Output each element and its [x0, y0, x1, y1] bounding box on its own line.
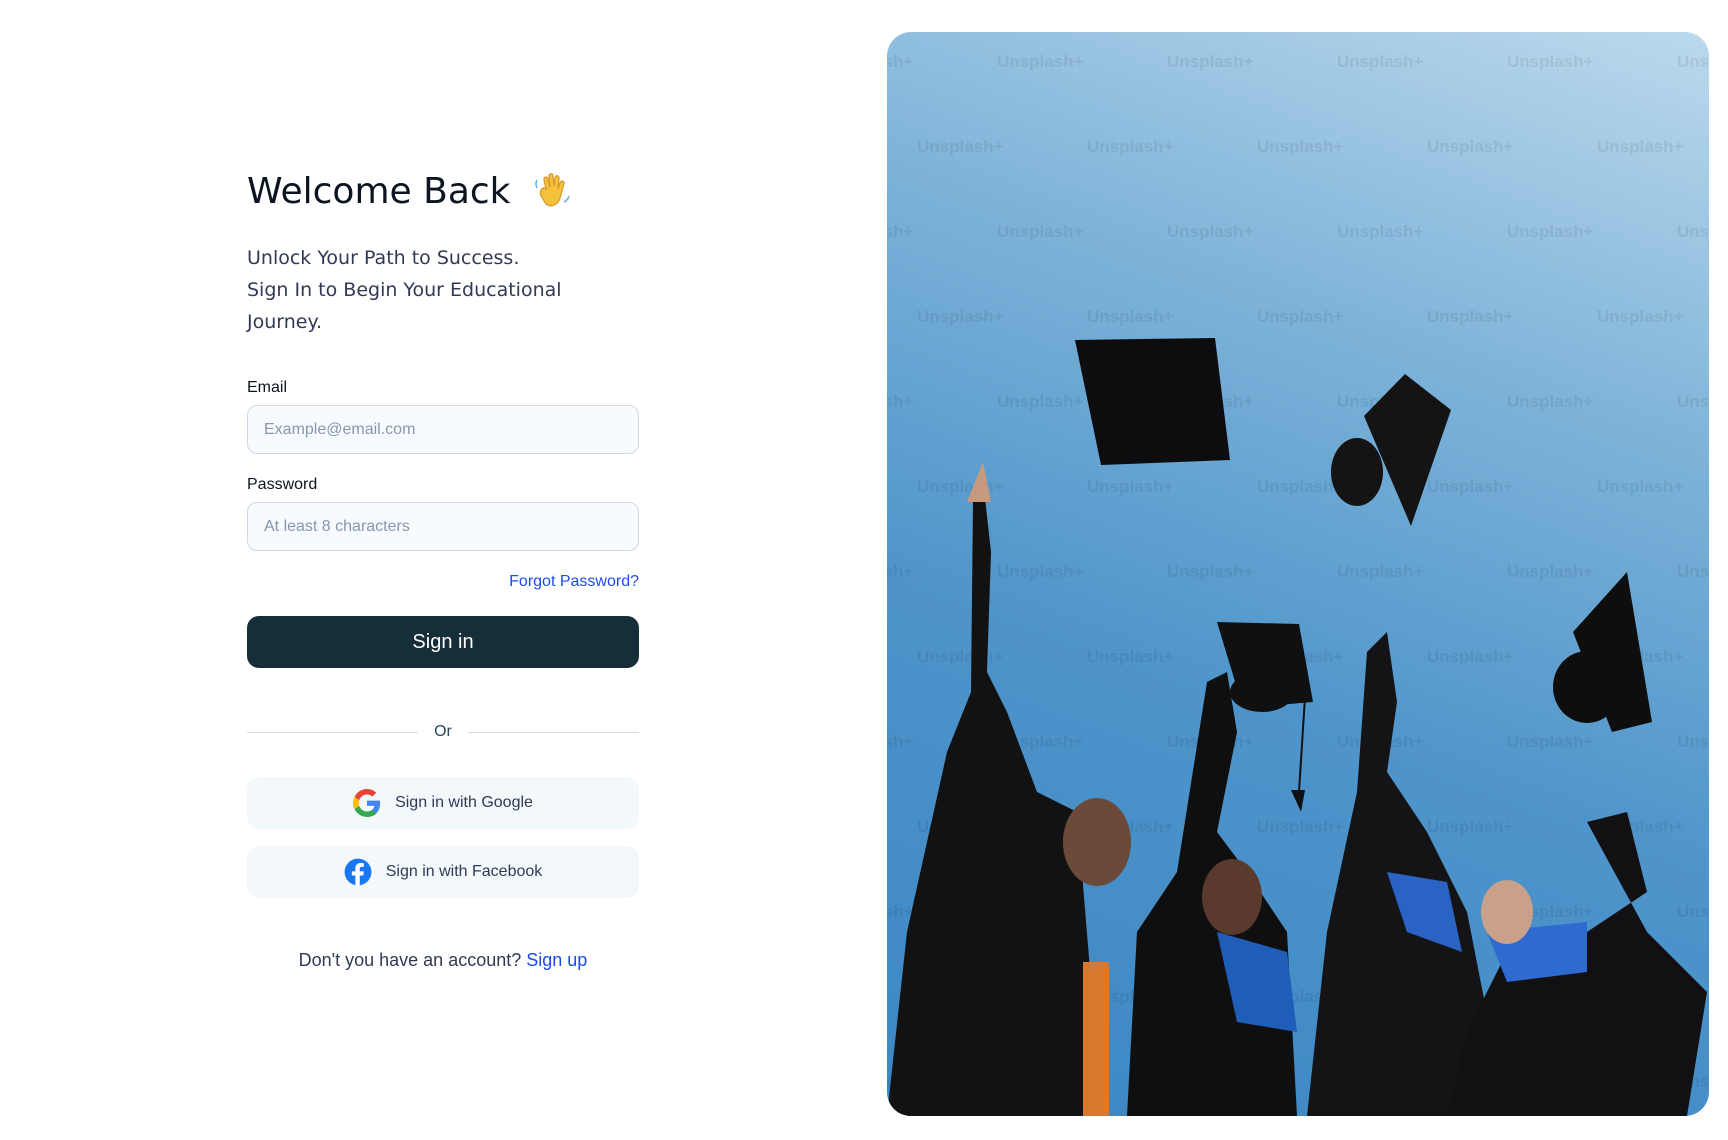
subtitle-line-2: Sign In to Begin Your Educational Journe…: [247, 279, 562, 333]
cap-2: [1331, 374, 1451, 526]
forgot-password-link[interactable]: Forgot Password?: [509, 573, 639, 591]
email-label: Email: [247, 379, 288, 396]
page-title: Welcome Back: [247, 170, 511, 212]
facebook-sign-in-button[interactable]: Sign in with Facebook: [247, 846, 639, 898]
graduate-1: [887, 462, 1131, 1116]
email-field[interactable]: [247, 405, 639, 454]
cap-4: [1553, 572, 1652, 732]
graduates-illustration: [887, 338, 1707, 1116]
google-sign-in-button[interactable]: Sign in with Google: [247, 777, 639, 829]
or-label: Or: [434, 723, 452, 740]
login-page: Welcome Back Unlock Your Path to Success…: [0, 0, 1728, 1140]
hero-image: Unsplash+Unsplash+Unsplash+Unsplash+Unsp…: [887, 32, 1709, 1116]
title-row: Welcome Back: [247, 160, 639, 222]
google-icon: [353, 789, 381, 817]
password-label: Password: [247, 476, 318, 493]
graduate-2: [1127, 672, 1297, 1116]
password-field[interactable]: [247, 502, 639, 551]
or-divider: Or: [247, 723, 639, 741]
login-form: Welcome Back Unlock Your Path to Success…: [247, 160, 639, 970]
email-group: Email: [247, 379, 639, 454]
facebook-icon: [344, 858, 372, 886]
signup-row: Don't you have an account? Sign up: [247, 950, 639, 971]
password-group: Password: [247, 476, 639, 551]
waving-hand-icon: [531, 170, 573, 212]
divider-line-right: [467, 731, 639, 733]
sign-up-link[interactable]: Sign up: [526, 950, 587, 970]
signup-prompt: Don't you have an account?: [298, 950, 522, 970]
sign-in-button[interactable]: Sign in: [247, 616, 639, 668]
subtitle: Unlock Your Path to Success. Sign In to …: [247, 242, 639, 338]
facebook-button-label: Sign in with Facebook: [385, 863, 543, 880]
subtitle-line-1: Unlock Your Path to Success.: [247, 247, 520, 269]
cap-1: [1075, 338, 1230, 465]
graduate-4: [1447, 812, 1707, 1116]
google-button-label: Sign in with Google: [395, 794, 533, 811]
divider-line-left: [247, 731, 419, 733]
